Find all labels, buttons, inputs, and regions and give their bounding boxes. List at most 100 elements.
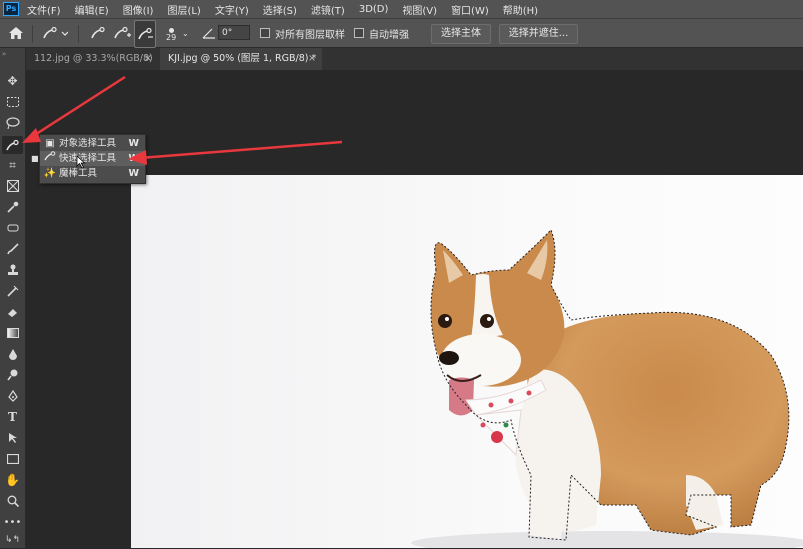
healing-brush-tool[interactable] bbox=[2, 219, 23, 237]
hand-tool[interactable]: ✋ bbox=[2, 471, 23, 489]
move-tool[interactable]: ✥ bbox=[2, 72, 23, 90]
tab-kji-jpg[interactable]: KJI.jpg @ 50% (图层 1, RGB/8) * × bbox=[160, 48, 322, 70]
menu-image[interactable]: 图像(I) bbox=[123, 2, 154, 17]
path-selection-arrow-icon bbox=[8, 433, 17, 443]
flyout-item-label: 对象选择工具 bbox=[59, 138, 117, 149]
home-button[interactable] bbox=[8, 19, 24, 47]
flyout-item-magic-wand[interactable]: ✨ 魔棒工具 W bbox=[40, 166, 145, 181]
flyout-item-quick-selection[interactable]: ■ 快速选择工具 W bbox=[31, 151, 145, 166]
quick-selection-preset-icon bbox=[43, 26, 68, 39]
rectangular-marquee-icon bbox=[6, 97, 19, 107]
brush-size-dropdown[interactable]: ⌄ bbox=[182, 19, 189, 47]
eraser-icon bbox=[7, 309, 17, 317]
path-selection-tool[interactable] bbox=[2, 429, 23, 447]
angle-input[interactable]: 0° bbox=[218, 25, 250, 40]
shortcut-key: W bbox=[128, 153, 139, 164]
quick-selection-icon bbox=[5, 139, 19, 151]
brush-subtract-icon bbox=[138, 27, 153, 40]
type-tool[interactable]: T bbox=[2, 408, 23, 426]
marquee-tool[interactable] bbox=[2, 93, 23, 111]
bandage-icon bbox=[7, 224, 18, 232]
photoshop-logo-icon: Ps bbox=[3, 2, 19, 16]
brush-tool[interactable] bbox=[2, 240, 23, 258]
active-dot-icon: ■ bbox=[31, 154, 39, 163]
document-tab-bar: 112.jpg @ 33.3%(RGB/8) × KJI.jpg @ 50% (… bbox=[26, 48, 803, 70]
close-icon[interactable]: × bbox=[144, 48, 152, 70]
flyout-item-label: 快速选择工具 bbox=[59, 153, 117, 164]
magic-wand-icon: ✨ bbox=[43, 168, 57, 179]
tab-112-jpg[interactable]: 112.jpg @ 33.3%(RGB/8) × bbox=[26, 48, 158, 70]
brush-size-picker[interactable]: 29 bbox=[166, 19, 176, 47]
mouse-cursor-icon bbox=[76, 155, 86, 169]
rectangle-tool[interactable] bbox=[2, 450, 23, 468]
menu-help[interactable]: 帮助(H) bbox=[503, 2, 538, 17]
brush-size-value: 29 bbox=[166, 32, 177, 42]
move-icon: ✥ bbox=[7, 74, 18, 88]
tools-panel: » ✥ ⌗ T ✋ ••• ↳↰ bbox=[0, 48, 26, 548]
sample-all-layers-checkbox[interactable]: 对所有图层取样 bbox=[260, 19, 345, 47]
menu-view[interactable]: 视图(V) bbox=[402, 2, 437, 17]
shortcut-key: W bbox=[128, 138, 139, 149]
lasso-tool[interactable] bbox=[2, 114, 23, 132]
menu-layer[interactable]: 图层(L) bbox=[167, 2, 200, 17]
quick-selection-tool[interactable] bbox=[2, 136, 23, 154]
subtract-from-selection-button[interactable] bbox=[134, 20, 156, 48]
dodge-tool[interactable] bbox=[2, 366, 23, 384]
rectangle-icon bbox=[6, 454, 19, 464]
zoom-tool[interactable] bbox=[2, 492, 23, 510]
flyout-item-object-selection[interactable]: ▣ 对象选择工具 W bbox=[40, 136, 145, 151]
selection-tools-flyout: ▣ 对象选择工具 W ■ 快速选择工具 W ✨ 魔棒工具 W bbox=[31, 134, 146, 184]
shortcut-key: W bbox=[128, 168, 139, 179]
close-icon[interactable]: × bbox=[308, 48, 316, 70]
blur-drop-icon bbox=[8, 349, 17, 360]
history-brush-icon bbox=[6, 285, 18, 297]
swap-colors-icon: ↳↰ bbox=[4, 535, 21, 545]
corgi-photo bbox=[411, 229, 803, 548]
angle-icon bbox=[202, 19, 216, 47]
crop-tool[interactable]: ⌗ bbox=[2, 156, 23, 174]
tab-label: 112.jpg @ 33.3%(RGB/8) bbox=[34, 53, 153, 64]
blur-tool[interactable] bbox=[2, 345, 23, 363]
menu-file[interactable]: 文件(F) bbox=[27, 2, 61, 17]
menu-filter[interactable]: 滤镜(T) bbox=[311, 2, 345, 17]
panel-collapse-icon[interactable]: » bbox=[2, 50, 6, 58]
new-selection-button[interactable] bbox=[90, 19, 108, 47]
select-subject-button[interactable]: 选择主体 bbox=[431, 24, 491, 44]
frame-icon bbox=[6, 180, 19, 192]
ellipsis-icon: ••• bbox=[3, 516, 22, 528]
menu-3d[interactable]: 3D(D) bbox=[359, 4, 389, 15]
home-icon bbox=[9, 27, 23, 39]
menu-type[interactable]: 文字(Y) bbox=[215, 2, 249, 17]
history-brush-tool[interactable] bbox=[2, 282, 23, 300]
checkbox-icon bbox=[354, 28, 364, 38]
sample-all-layers-label: 对所有图层取样 bbox=[275, 29, 345, 41]
more-tools-button[interactable]: ••• bbox=[2, 513, 23, 531]
checkbox-icon bbox=[260, 28, 270, 38]
swap-colors-button[interactable]: ↳↰ bbox=[2, 531, 23, 549]
chevron-down-icon: ⌄ bbox=[182, 28, 189, 38]
auto-enhance-label: 自动增强 bbox=[369, 29, 409, 41]
menu-select[interactable]: 选择(S) bbox=[263, 2, 297, 17]
gradient-tool[interactable] bbox=[2, 324, 23, 342]
eraser-tool[interactable] bbox=[2, 303, 23, 321]
auto-enhance-checkbox[interactable]: 自动增强 bbox=[354, 19, 409, 47]
document-canvas-image[interactable] bbox=[131, 175, 803, 548]
hand-icon: ✋ bbox=[5, 473, 20, 487]
zoom-icon bbox=[7, 495, 19, 507]
clone-stamp-tool[interactable] bbox=[2, 261, 23, 279]
eyedropper-tool[interactable] bbox=[2, 198, 23, 216]
gradient-icon bbox=[6, 328, 19, 338]
menu-bar: Ps 文件(F) 编辑(E) 图像(I) 图层(L) 文字(Y) 选择(S) 滤… bbox=[0, 0, 803, 18]
options-bar: 29 ⌄ 0° 对所有图层取样 自动增强 选择主体 选择并遮住... bbox=[0, 18, 803, 48]
select-and-mask-button[interactable]: 选择并遮住... bbox=[499, 24, 578, 44]
quick-selection-icon bbox=[43, 151, 57, 166]
object-selection-icon: ▣ bbox=[45, 138, 55, 149]
add-to-selection-button[interactable] bbox=[113, 19, 131, 47]
pen-tool[interactable] bbox=[2, 387, 23, 405]
tool-preset-picker[interactable] bbox=[42, 19, 68, 47]
frame-tool[interactable] bbox=[2, 177, 23, 195]
dodge-icon bbox=[6, 369, 17, 381]
lasso-icon bbox=[5, 117, 20, 129]
menu-edit[interactable]: 编辑(E) bbox=[75, 2, 109, 17]
menu-window[interactable]: 窗口(W) bbox=[451, 2, 489, 17]
